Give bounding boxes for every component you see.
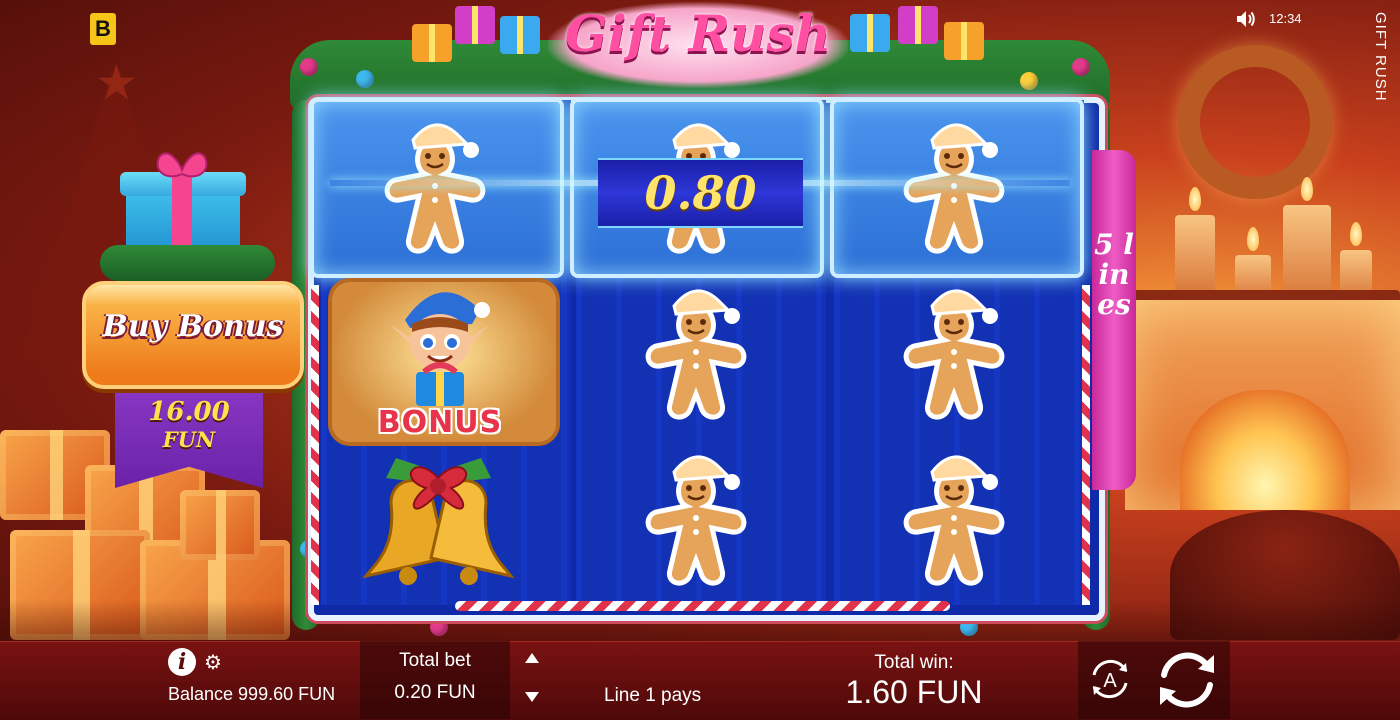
gingerbread-man-symbol[interactable] [894,276,1014,426]
autoplay-button[interactable]: A [1086,655,1134,703]
speaker-icon[interactable] [1236,10,1256,28]
balance-display: Balance 999.60 FUN [168,684,336,704]
spin-button[interactable] [1152,645,1222,715]
ornament [1072,58,1090,76]
buy-bonus-button[interactable] [82,281,304,389]
decor-gift [500,16,540,54]
buy-bonus-currency: FUN [162,427,216,452]
tree-star: ★ [95,57,139,110]
triangle-down-icon [525,692,539,702]
info-icon[interactable]: i [168,648,196,676]
wreath [1178,45,1332,199]
gingerbread-man-symbol[interactable] [894,442,1014,592]
clock: 12:34 [1269,11,1302,26]
ornament [300,58,318,76]
ornament [356,70,374,88]
decor-gift [850,14,890,52]
line-win-amount: 0.80 [598,158,803,228]
total-bet-value: 0.20 FUN [394,682,476,703]
buy-bonus-price-value: 16.00 [148,397,230,427]
total-win-label: Total win: [874,652,954,673]
gingerbread-man-symbol[interactable] [636,442,756,592]
bow-icon [156,152,208,178]
bonus-symbol-label: BONUS [377,405,503,440]
bet-increase-button[interactable] [512,645,552,675]
total-bet-label: Total bet [399,650,471,671]
autoplay-label: A [1103,670,1117,692]
decor-gift [455,6,495,44]
elf-icon [390,292,490,406]
candle [1283,177,1331,300]
triangle-up-icon [525,653,539,663]
candy-cane-bottom [455,601,950,611]
line-pays-text: Line 1 pays [604,685,702,706]
gear-icon[interactable]: ⚙ [204,652,226,674]
total-win-value: 1.60 FUN [845,674,983,710]
candy-cane-right [1082,285,1090,605]
game-title-vertical: GIFT RUSH [1372,12,1389,102]
decor-gift [898,6,938,44]
decor-gift [944,22,984,60]
ornament [1020,72,1038,90]
candy-cane-left [311,285,319,605]
buy-bonus-garland [100,245,275,281]
decor-gift [412,24,452,62]
buy-bonus-price: 16.00 FUN [115,398,263,454]
candle [1175,187,1215,295]
game-logo: Gift Rush [564,4,832,63]
gingerbread-man-symbol[interactable] [636,276,756,426]
lines-count-label: 5 lines [1094,228,1134,321]
bell-symbol[interactable] [356,448,521,593]
brand-logo: B [90,13,116,45]
bet-decrease-button[interactable] [512,684,552,714]
